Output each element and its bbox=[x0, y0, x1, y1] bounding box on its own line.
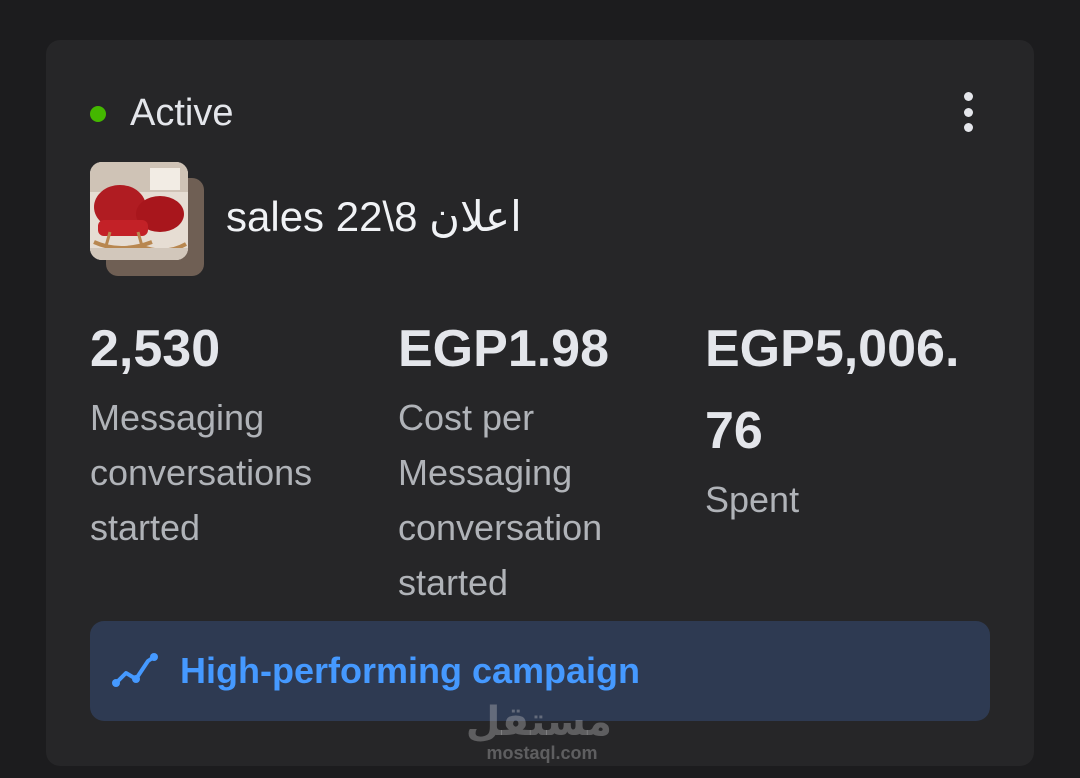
metric-spent: EGP5,006.76 Spent bbox=[705, 308, 985, 527]
metric-value: EGP5,006.76 bbox=[705, 320, 960, 460]
ad-row[interactable]: sales 22\8 اعلان bbox=[90, 162, 522, 276]
trend-line-icon bbox=[112, 653, 158, 687]
metric-label: Spent bbox=[705, 479, 800, 520]
status-dot-icon bbox=[90, 105, 106, 122]
banner-text: High-performing campaign bbox=[180, 650, 641, 691]
watermark-logo: مستقل mostaql.com bbox=[465, 700, 612, 764]
more-options-button[interactable] bbox=[958, 92, 978, 132]
metric-cost-per-conversation: EGP1.98 Cost per Messaging conversation … bbox=[398, 308, 648, 610]
metric-value: EGP1.98 bbox=[398, 320, 610, 378]
campaign-card[interactable]: Active sales 22\8 اعلان 2,530 Messaging … bbox=[46, 40, 1034, 766]
more-dot-icon bbox=[963, 123, 973, 132]
ad-name: sales 22\8 اعلان bbox=[226, 192, 522, 240]
more-dot-icon bbox=[963, 92, 973, 101]
metric-conversations: 2,530 Messaging conversations started bbox=[90, 308, 360, 555]
metric-label: Messaging conversations started bbox=[90, 397, 313, 548]
watermark-latin: mostaql.com bbox=[486, 743, 598, 763]
metric-value: 2,530 bbox=[90, 320, 221, 378]
more-dot-icon bbox=[963, 107, 973, 117]
ad-thumbnail-image bbox=[90, 162, 188, 260]
status-row: Active bbox=[90, 92, 233, 135]
watermark-arabic: مستقل bbox=[465, 700, 612, 744]
ad-thumbnail bbox=[90, 162, 206, 276]
metric-label: Cost per Messaging conversation started bbox=[398, 397, 603, 603]
status-text: Active bbox=[130, 92, 234, 134]
